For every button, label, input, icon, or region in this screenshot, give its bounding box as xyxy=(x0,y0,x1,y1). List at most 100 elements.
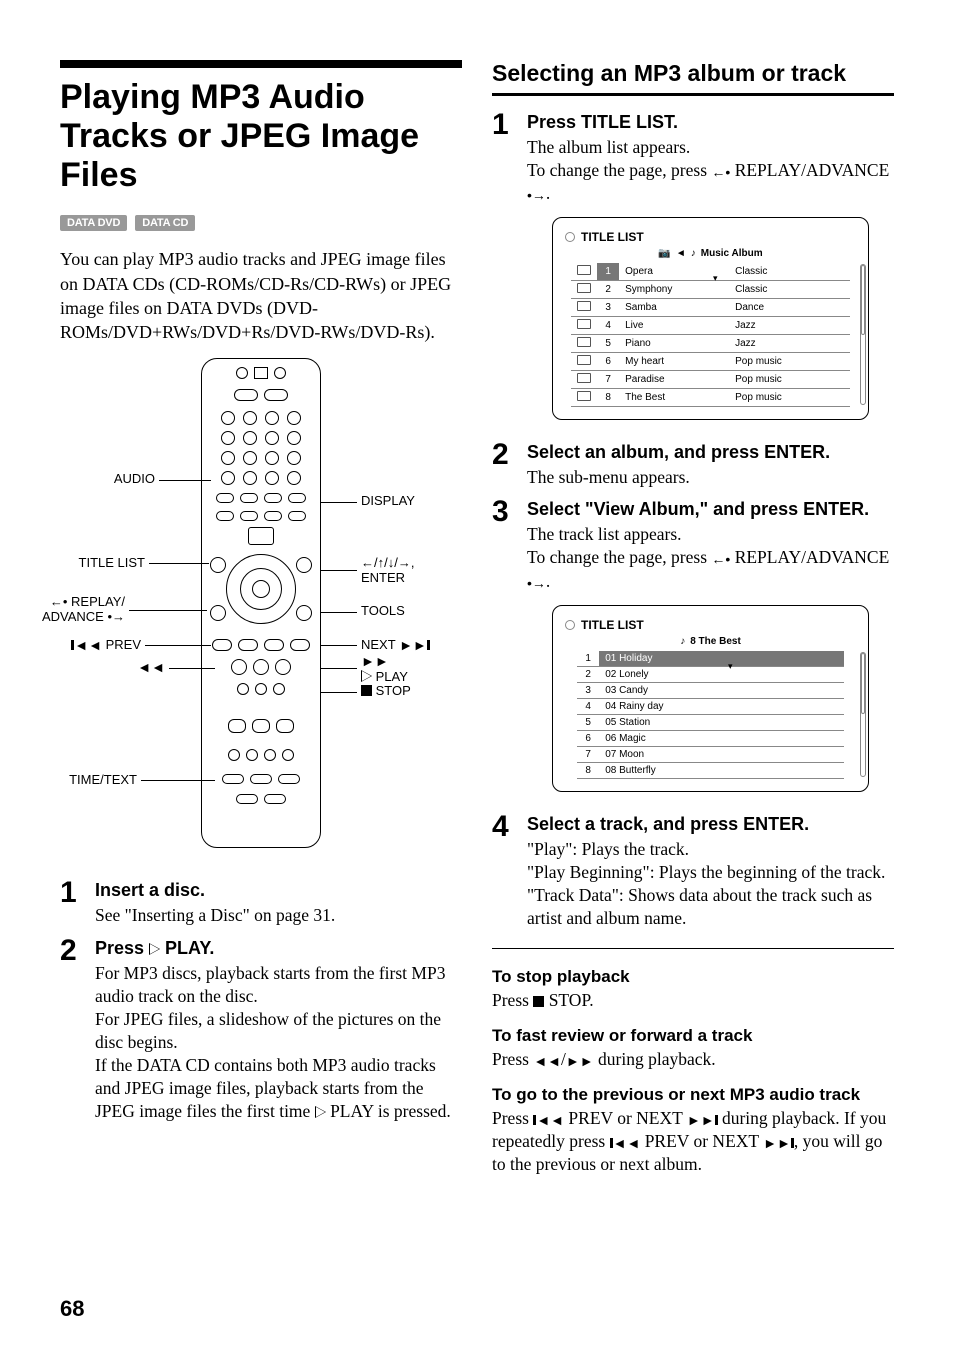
page-number: 68 xyxy=(60,1296,84,1322)
prev-icon: ◄◄ xyxy=(536,1111,564,1129)
table-row[interactable]: 4LiveJazz xyxy=(571,317,850,335)
step-number: 1 xyxy=(60,878,85,908)
step-head: Press TITLE LIST. xyxy=(527,112,894,133)
label-next: NEXT ►► xyxy=(361,638,430,653)
right-step-4: 4 Select a track, and press ENTER. "Play… xyxy=(492,814,894,930)
table-row[interactable]: 5PianoJazz xyxy=(571,335,850,353)
label-replay-advance: ←• REPLAY/ ADVANCE •→ xyxy=(42,595,125,624)
folder-icon xyxy=(577,319,591,329)
badge-row: DATA DVD DATA CD xyxy=(60,213,462,231)
next-icon: ►► xyxy=(687,1111,715,1129)
table-row[interactable]: 1OperaClassic xyxy=(571,263,850,281)
panel-breadcrumb: 📷◄♪Music Album xyxy=(559,248,862,259)
label-tools: TOOLS xyxy=(361,604,405,618)
step-text: "Play": Plays the track. "Play Beginning… xyxy=(527,838,894,930)
folder-icon xyxy=(577,355,591,365)
step-text: The track list appears. To change the pa… xyxy=(527,523,894,592)
label-stop: STOP xyxy=(361,684,411,698)
table-row[interactable]: 505 Station xyxy=(577,714,844,730)
album-title-list-panel: TITLE LIST 📷◄♪Music Album 1OperaClassic2… xyxy=(552,217,869,420)
play-icon xyxy=(149,943,160,955)
step-head: Select an album, and press ENTER. xyxy=(527,442,894,463)
left-step-1: 1 Insert a disc. See "Inserting a Disc" … xyxy=(60,880,462,927)
badge-data-dvd: DATA DVD xyxy=(60,215,127,231)
note-icon: ♪ xyxy=(691,248,696,259)
intro-paragraph: You can play MP3 audio tracks and JPEG i… xyxy=(60,247,462,344)
table-row[interactable]: 8The BestPop music xyxy=(571,389,850,407)
bullet-icon xyxy=(565,620,575,630)
scrollbar[interactable] xyxy=(860,652,866,777)
label-time-text: TIME/TEXT xyxy=(69,773,137,787)
label-rew: ◄◄ xyxy=(137,660,165,675)
folder-icon xyxy=(577,301,591,311)
panel-title: TITLE LIST xyxy=(581,618,644,632)
dot-arrow-right-icon: •→ xyxy=(527,574,546,592)
label-title-list: TITLE LIST xyxy=(79,556,145,570)
step-head: Insert a disc. xyxy=(95,880,462,901)
track-table: 101 Holiday202 Lonely303 Candy404 Rainy … xyxy=(577,651,844,779)
step-head: Select "View Album," and press ENTER. xyxy=(527,499,894,520)
play-icon xyxy=(315,1106,326,1118)
left-step-2: 2 Press PLAY. For MP3 discs, playback st… xyxy=(60,938,462,1124)
ff-icon: ►► xyxy=(566,1052,594,1070)
album-table: 1OperaClassic2SymphonyClassic3SambaDance… xyxy=(571,263,850,407)
table-row[interactable]: 404 Rainy day xyxy=(577,698,844,714)
badge-data-cd: DATA CD xyxy=(135,215,195,231)
step-number: 2 xyxy=(60,936,85,966)
arrow-left-dot-icon: ←• xyxy=(711,550,730,568)
panel-breadcrumb: ♪8 The Best xyxy=(559,636,862,647)
label-display: DISPLAY xyxy=(361,494,415,508)
table-row[interactable]: 808 Butterfly xyxy=(577,762,844,778)
folder-icon xyxy=(577,337,591,347)
table-row[interactable]: 101 Holiday xyxy=(577,651,844,667)
arrow-left-dot-icon: ←• xyxy=(711,163,730,181)
folder-icon xyxy=(577,391,591,401)
right-step-3: 3 Select "View Album," and press ENTER. … xyxy=(492,499,894,803)
step-head: Press PLAY. xyxy=(95,938,462,959)
label-prev: ◄◄ PREV xyxy=(71,638,141,653)
section-title: Selecting an MP3 album or track xyxy=(492,60,894,96)
table-row[interactable]: 202 Lonely xyxy=(577,666,844,682)
step-number: 2 xyxy=(492,440,517,470)
remote-diagram: AUDIO DISPLAY TITLE LIST ←/↑/↓/→, ENTER … xyxy=(71,358,451,858)
label-ff-play: ►► PLAY xyxy=(361,654,408,684)
main-title: Playing MP3 Audio Tracks or JPEG Image F… xyxy=(60,60,462,195)
step-number: 4 xyxy=(492,812,517,842)
step-head: Select a track, and press ENTER. xyxy=(527,814,894,835)
skip-text: Press ◄◄ PREV or NEXT ►► during playback… xyxy=(492,1107,894,1176)
table-row[interactable]: 3SambaDance xyxy=(571,299,850,317)
table-row[interactable]: 2SymphonyClassic xyxy=(571,281,850,299)
table-row[interactable]: 606 Magic xyxy=(577,730,844,746)
table-row[interactable]: 7ParadisePop music xyxy=(571,371,850,389)
camera-icon: 📷 xyxy=(658,248,670,259)
table-row[interactable]: 303 Candy xyxy=(577,682,844,698)
table-row[interactable]: 707 Moon xyxy=(577,746,844,762)
step-text: For MP3 discs, playback starts from the … xyxy=(95,962,462,1124)
bullet-icon xyxy=(565,232,575,242)
note-icon: ♪ xyxy=(680,636,685,647)
step-number: 1 xyxy=(492,110,517,140)
folder-icon xyxy=(577,265,591,275)
table-row[interactable]: 6My heartPop music xyxy=(571,353,850,371)
right-step-2: 2 Select an album, and press ENTER. The … xyxy=(492,442,894,489)
track-title-list-panel: TITLE LIST ♪8 The Best 101 Holiday202 Lo… xyxy=(552,605,869,792)
ff-heading: To fast review or forward a track xyxy=(492,1026,894,1046)
step-text: The album list appears. To change the pa… xyxy=(527,136,894,205)
step-number: 3 xyxy=(492,497,517,527)
label-audio: AUDIO xyxy=(114,472,155,486)
ff-text: Press ◄◄/►► during playback. xyxy=(492,1048,894,1071)
folder-icon xyxy=(577,373,591,383)
skip-heading: To go to the previous or next MP3 audio … xyxy=(492,1085,894,1105)
stop-heading: To stop playback xyxy=(492,967,894,987)
stop-icon xyxy=(533,996,544,1007)
right-step-1: 1 Press TITLE LIST. The album list appea… xyxy=(492,112,894,432)
dot-arrow-right-icon: •→ xyxy=(527,186,546,204)
scrollbar[interactable] xyxy=(860,264,866,405)
step-text: The sub-menu appears. xyxy=(527,466,894,489)
next-bar-icon xyxy=(715,1115,718,1125)
rew-icon: ◄◄ xyxy=(533,1052,561,1070)
panel-title: TITLE LIST xyxy=(581,230,644,244)
stop-text: Press STOP. xyxy=(492,989,894,1012)
step-text: See "Inserting a Disc" on page 31. xyxy=(95,904,462,927)
label-arrows-enter: ←/↑/↓/→, ENTER xyxy=(361,556,414,585)
